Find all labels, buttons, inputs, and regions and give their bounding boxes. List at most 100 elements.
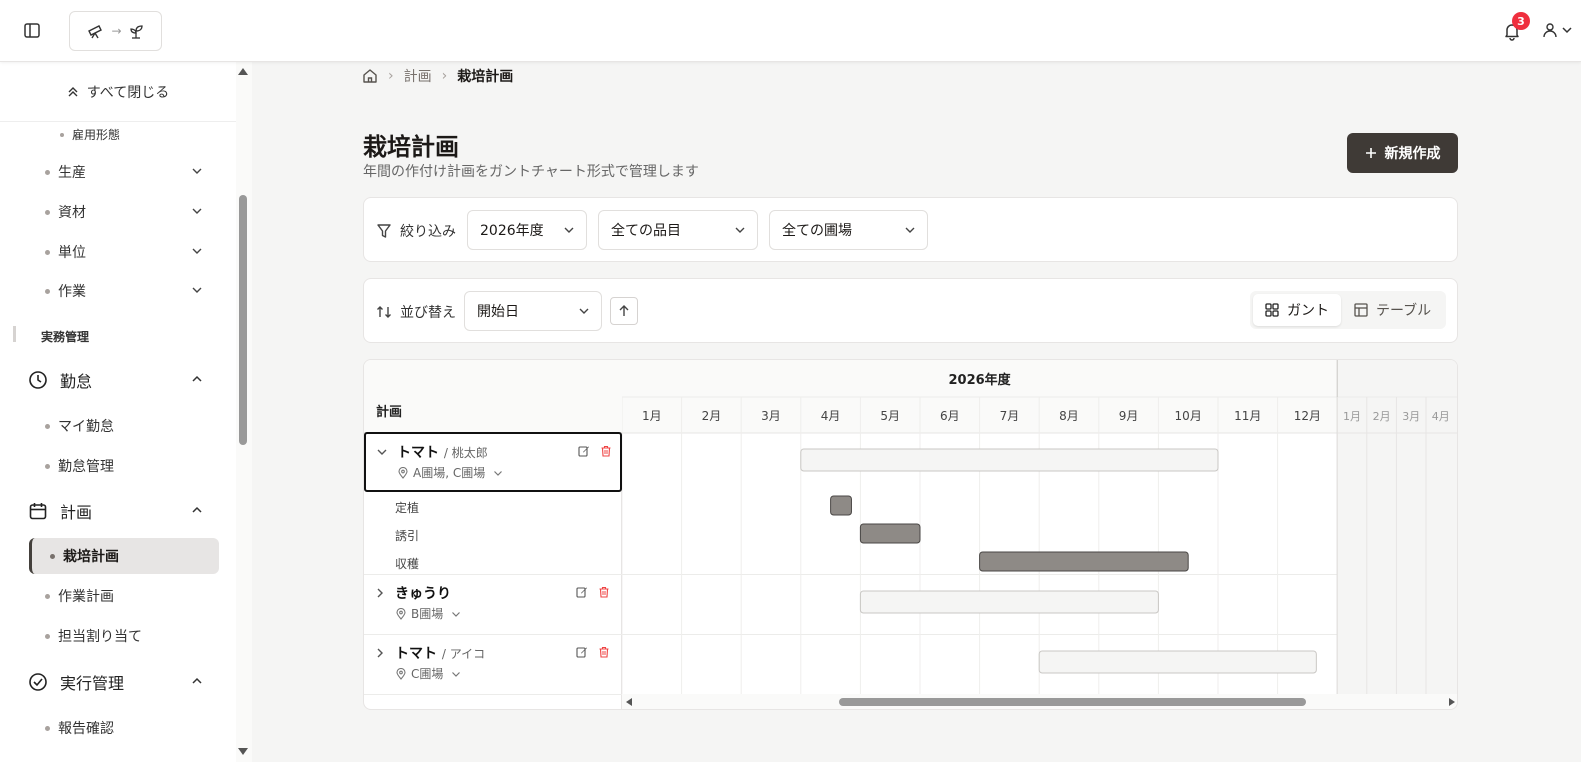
edit-icon[interactable] bbox=[576, 646, 588, 658]
clock-icon bbox=[29, 371, 47, 389]
item-select-value: 全ての品目 bbox=[611, 223, 681, 239]
sidebar-item-attendance-management[interactable]: 勤怠管理 bbox=[45, 456, 114, 476]
home-icon[interactable] bbox=[362, 68, 378, 84]
sidebar-group-execution[interactable]: 実行管理 bbox=[28, 670, 208, 694]
edit-icon[interactable] bbox=[576, 586, 588, 598]
sidebar-item-employment-type[interactable]: 雇用形態 bbox=[60, 126, 120, 143]
map-pin-icon bbox=[396, 607, 406, 620]
plan-row-tomato-momotaro[interactable]: トマト / 桃太郎 A圃場, C圃場 bbox=[364, 432, 622, 492]
plan-fields[interactable]: B圃場 bbox=[395, 605, 461, 622]
sidebar-scroll-thumb[interactable] bbox=[239, 195, 247, 445]
chevron-down-icon[interactable] bbox=[192, 206, 202, 216]
plan-name: きゅうり bbox=[395, 586, 451, 602]
plan-row-cucumber[interactable]: きゅうり B圃場 bbox=[364, 575, 622, 634]
edit-icon[interactable] bbox=[578, 445, 590, 457]
scroll-down-arrow-icon[interactable] bbox=[238, 748, 248, 755]
collapse-all-button[interactable]: すべて閉じる bbox=[0, 62, 236, 122]
view-gantt-button[interactable]: ガント bbox=[1253, 294, 1341, 326]
sidebar-item-report-review[interactable]: 報告確認 bbox=[45, 718, 114, 738]
sidebar-toggle-icon[interactable] bbox=[22, 21, 44, 41]
sidebar-item-my-attendance[interactable]: マイ勤怠 bbox=[45, 416, 114, 436]
plan-bar[interactable] bbox=[800, 448, 1219, 472]
sidebar-item-materials[interactable]: 資材 bbox=[45, 202, 86, 222]
field-select-value: 全ての圃場 bbox=[782, 223, 852, 239]
check-circle-icon bbox=[29, 673, 47, 691]
chevron-down-icon[interactable] bbox=[192, 246, 202, 256]
month-label: 12月 bbox=[1294, 409, 1321, 423]
task-bar[interactable] bbox=[830, 495, 852, 516]
month-label: 8月 bbox=[1059, 409, 1079, 423]
timeline-scroll-thumb[interactable] bbox=[839, 698, 1306, 706]
breadcrumb-separator: › bbox=[441, 68, 448, 84]
chevron-down-icon bbox=[564, 227, 574, 233]
sidebar-group-label: 計画 bbox=[60, 503, 93, 522]
sidebar-group-attendance[interactable]: 勤怠 bbox=[28, 368, 208, 392]
task-bar[interactable] bbox=[859, 523, 921, 544]
breadcrumb-link-planning[interactable]: 計画 bbox=[404, 66, 432, 86]
sidebar-item-assignment[interactable]: 担当割り当て bbox=[45, 626, 142, 646]
bullet-dot bbox=[45, 423, 50, 429]
gantt-left-header-label: 計画 bbox=[376, 405, 403, 420]
plan-bar[interactable] bbox=[859, 590, 1159, 614]
month-label: 3月 bbox=[761, 409, 781, 423]
view-table-button[interactable]: テーブル bbox=[1342, 294, 1443, 326]
sidebar-group-planning[interactable]: 計画 bbox=[28, 499, 208, 523]
chevron-down-icon[interactable] bbox=[192, 285, 202, 295]
sidebar-item-work-plan[interactable]: 作業計画 bbox=[45, 586, 114, 606]
filter-icon bbox=[377, 224, 391, 238]
month-label: 2月 bbox=[702, 409, 722, 423]
bullet-dot bbox=[45, 288, 50, 294]
plan-row-tomato-aiko[interactable]: トマト / アイコ C圃場 bbox=[364, 635, 622, 694]
bullet-dot bbox=[45, 169, 50, 175]
task-bar[interactable] bbox=[979, 551, 1189, 572]
task-label: 収穫 bbox=[395, 557, 420, 571]
plan-fields[interactable]: C圃場 bbox=[395, 665, 461, 682]
chevron-up-icon[interactable] bbox=[192, 505, 202, 515]
sidebar-item-work[interactable]: 作業 bbox=[45, 281, 86, 301]
month-label: 6月 bbox=[940, 409, 960, 423]
trash-icon[interactable] bbox=[598, 586, 610, 598]
new-plan-button[interactable]: 新規作成 bbox=[1347, 133, 1458, 173]
user-menu[interactable] bbox=[1542, 22, 1573, 38]
chevron-up-icon[interactable] bbox=[192, 676, 202, 686]
app-logo[interactable]: → bbox=[69, 11, 162, 51]
year-select[interactable]: 2026年度 bbox=[467, 210, 587, 250]
sidebar-item-label: 生産 bbox=[58, 165, 86, 181]
sort-direction-button[interactable] bbox=[610, 297, 638, 325]
sidebar-item-production[interactable]: 生産 bbox=[45, 162, 86, 182]
task-label: 誘引 bbox=[395, 529, 420, 543]
plus-icon bbox=[1365, 147, 1377, 159]
sidebar-item-label: マイ勤怠 bbox=[58, 419, 114, 435]
breadcrumb-separator: › bbox=[388, 68, 394, 84]
breadcrumb: › 計画 › 栽培計画 bbox=[362, 66, 513, 86]
trash-icon[interactable] bbox=[600, 445, 612, 457]
sidebar: すべて閉じる 雇用形態 生産 資材 単位 作業 実務管理 勤怠 マイ勤怠 勤怠管… bbox=[0, 62, 252, 762]
sidebar-item-cultivation-plan[interactable]: 栽培計画 bbox=[29, 538, 219, 574]
breadcrumb-current: 栽培計画 bbox=[457, 69, 514, 85]
field-select[interactable]: 全ての圃場 bbox=[769, 210, 928, 250]
sort-panel: 並び替え 開始日 ガント テーブル bbox=[363, 278, 1458, 343]
view-toggle: ガント テーブル bbox=[1250, 291, 1446, 329]
chevron-down-icon[interactable] bbox=[376, 446, 388, 458]
item-select[interactable]: 全ての品目 bbox=[598, 210, 758, 250]
calendar-icon bbox=[29, 503, 47, 520]
sidebar-item-units[interactable]: 単位 bbox=[45, 242, 86, 262]
chevron-right-icon[interactable] bbox=[374, 587, 386, 599]
plan-bar[interactable] bbox=[1038, 650, 1317, 674]
sidebar-group-label: 実行管理 bbox=[60, 674, 125, 693]
trash-icon[interactable] bbox=[598, 646, 610, 658]
chevron-right-icon[interactable] bbox=[374, 647, 386, 659]
sidebar-group-label: 勤怠 bbox=[60, 372, 93, 391]
chevrons-up-icon bbox=[67, 86, 79, 98]
plan-fields[interactable]: A圃場, C圃場 bbox=[397, 464, 503, 481]
scroll-up-arrow-icon[interactable] bbox=[238, 68, 248, 75]
month-label: 7月 bbox=[1000, 409, 1020, 423]
chevron-down-icon[interactable] bbox=[192, 166, 202, 176]
chevron-down-icon bbox=[735, 227, 745, 233]
sort-arrows-icon bbox=[377, 306, 391, 318]
logo-arrow: → bbox=[111, 24, 122, 38]
map-pin-icon bbox=[396, 667, 406, 680]
chevron-up-icon[interactable] bbox=[192, 374, 202, 384]
sort-field-select[interactable]: 開始日 bbox=[464, 291, 602, 331]
telescope-icon bbox=[87, 23, 105, 39]
